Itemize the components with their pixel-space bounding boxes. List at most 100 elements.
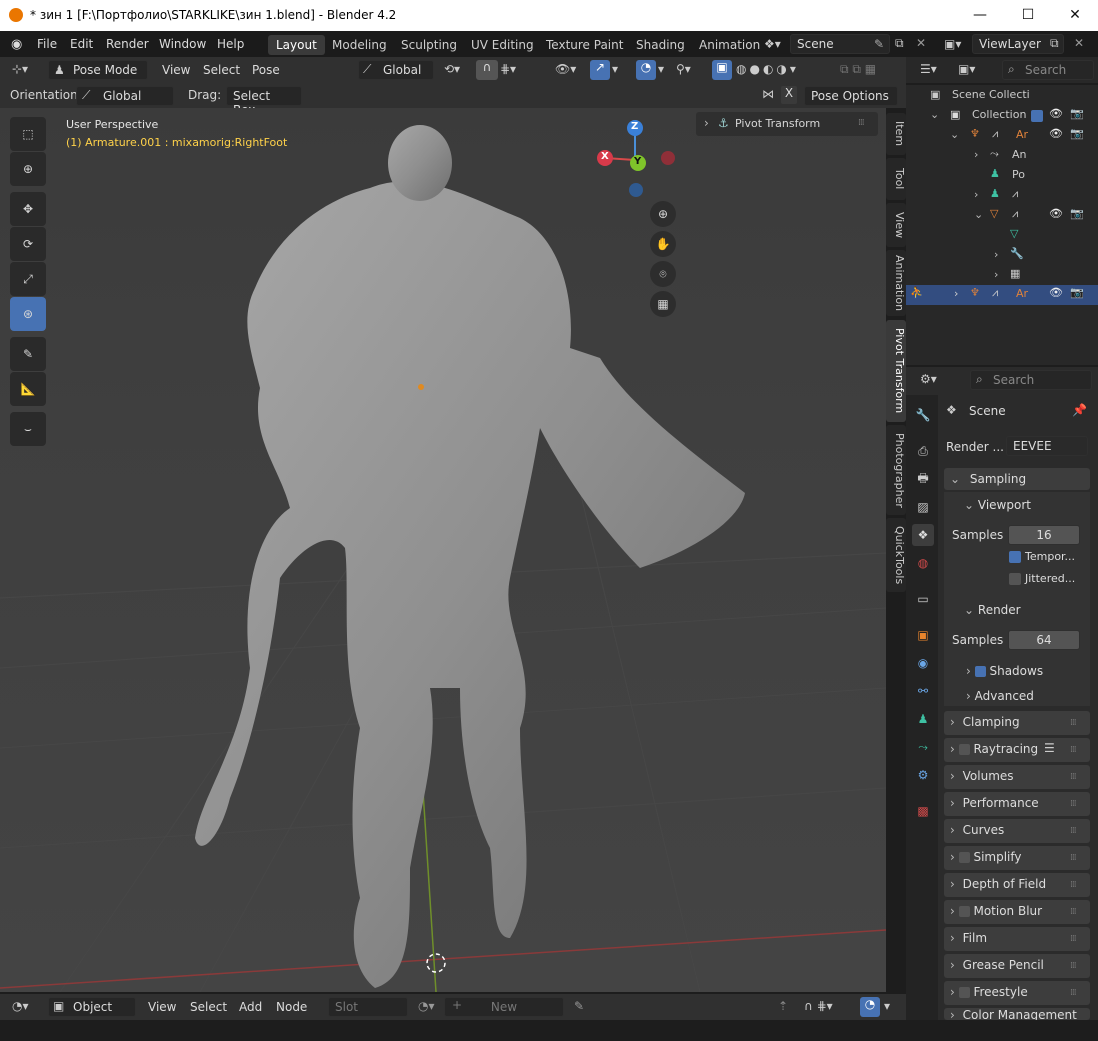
render-tab-icon[interactable]: ⎙ (912, 440, 934, 462)
eye-icon[interactable]: 👁 (1049, 107, 1063, 120)
jittered-shadows-checkbox[interactable] (1009, 573, 1021, 585)
slot-selector[interactable]: Slot (328, 997, 408, 1017)
editor-type-icon[interactable]: ⊹▾ (12, 62, 28, 76)
pose-options-dropdown[interactable]: Pose Options (804, 86, 898, 106)
outliner-row-active-armature[interactable]: ⛹ › ♆ ⩘ Ar 👁 📷 (906, 285, 1098, 305)
collection-tab-icon[interactable]: ▭ (912, 588, 934, 610)
tab-tool[interactable]: Tool (886, 158, 906, 200)
outliner-row-pose[interactable]: ♟ Po (906, 166, 1098, 186)
panel-film[interactable]: › Film ⁞⁞⁞ (944, 927, 1090, 951)
workspace-tab-layout[interactable]: Layout (268, 35, 325, 55)
perspective-toggle-icon[interactable]: ▦ (650, 291, 676, 317)
node-overlay-dropdown-icon[interactable]: ▾ (884, 999, 890, 1013)
menu-edit[interactable]: Edit (70, 37, 93, 51)
panel-expand-icon[interactable]: › (704, 116, 709, 130)
subpanel-shadows[interactable]: › Shadows (966, 664, 1043, 678)
outliner-row-mesh[interactable]: ⌄ ▽ ⩘ 👁 📷 (906, 206, 1098, 226)
outliner-row-animation[interactable]: › ⤳ An (906, 146, 1098, 166)
panel-performance[interactable]: › Performance ⁞⁞⁞ (944, 792, 1090, 816)
bone-constraints-tab-icon[interactable]: ⚙ (912, 764, 934, 786)
outliner-row-mesh-data[interactable]: ▽ (906, 226, 1098, 246)
node-pin-icon[interactable]: ✎ (574, 999, 584, 1013)
move-tool-icon[interactable]: ✥ (10, 192, 46, 226)
menu-view[interactable]: View (162, 63, 190, 77)
camera-view-icon[interactable]: ⌾ (650, 261, 676, 287)
expand-arrow-icon[interactable]: › (974, 188, 978, 201)
zoom-icon[interactable]: ⊕ (650, 201, 676, 227)
menu-render[interactable]: Render (106, 37, 149, 51)
remove-scene-icon[interactable]: ✕ (916, 36, 926, 50)
outliner-search-input[interactable]: Search (1002, 60, 1094, 80)
expand-arrow-icon[interactable]: › (974, 148, 978, 161)
properties-search-input[interactable]: Search (970, 370, 1092, 390)
new-viewlayer-icon[interactable]: ⧉ (1050, 36, 1059, 51)
panel-motion-blur[interactable]: › Motion Blur ⁞⁞⁞ (944, 900, 1090, 924)
pose-relax-tool-icon[interactable]: ⌣ (10, 412, 46, 446)
navigation-gizmo[interactable]: Z X Y (590, 118, 680, 203)
workspace-tab-texture-paint[interactable]: Texture Paint (538, 35, 631, 55)
annotate-tool-icon[interactable]: ✎ (10, 337, 46, 371)
pin-icon[interactable]: ✎ (874, 37, 884, 51)
workspace-tab-modeling[interactable]: Modeling (324, 35, 395, 55)
tab-pivot-transform[interactable]: Pivot Transform (886, 320, 906, 422)
select-box-tool-icon[interactable]: ⬚ (10, 117, 46, 151)
exclude-checkbox[interactable] (1031, 110, 1043, 122)
measure-tool-icon[interactable]: 📐 (10, 372, 46, 406)
panel-simplify[interactable]: › Simplify ⁞⁞⁞ (944, 846, 1090, 870)
pan-hand-icon[interactable]: ✋ (650, 231, 676, 257)
minimize-button[interactable]: — (960, 4, 1000, 26)
outliner-row-armature[interactable]: ⌄ ♆ ⩘ Ar 👁 📷 (906, 126, 1098, 146)
menu-window[interactable]: Window (159, 37, 206, 51)
eye-icon[interactable]: 👁 (1049, 286, 1063, 299)
drag-grip-icon[interactable]: ⁞⁞⁞ (858, 118, 865, 128)
presets-list-icon[interactable]: ☰ (1044, 741, 1055, 755)
panel-grease-pencil[interactable]: › Grease Pencil ⁞⁞⁞ (944, 954, 1090, 978)
node-menu-add[interactable]: Add (239, 1000, 262, 1014)
3d-viewport[interactable]: User Perspective (1) Armature.001 : mixa… (0, 108, 886, 992)
tab-quicktools[interactable]: QuickTools (886, 518, 906, 592)
viewport-samples-field[interactable]: 16 (1008, 525, 1080, 545)
outliner-row-vertex-groups[interactable]: › ▦ (906, 266, 1098, 286)
panel-freestyle[interactable]: › Freestyle ⁞⁞⁞ (944, 981, 1090, 1005)
parent-node-icon[interactable]: ⇡ (778, 999, 788, 1013)
workspace-tab-shading[interactable]: Shading (628, 35, 693, 55)
temporal-reprojection-checkbox[interactable] (1009, 551, 1021, 563)
overlays-toggle-icon[interactable]: ◔ (636, 60, 656, 80)
menu-file[interactable]: File (37, 37, 57, 51)
outliner-row-scene-collection[interactable]: ▣ Scene Collecti (906, 86, 1098, 106)
material-browse-icon[interactable]: ◔▾ (418, 999, 435, 1013)
outliner-row-modifiers[interactable]: › 🔧 (906, 246, 1098, 266)
bone-overlay-icon[interactable]: ⚲▾ (676, 62, 691, 76)
world-tab-icon[interactable]: ◍ (912, 552, 934, 574)
mirror-x-button[interactable]: X (781, 86, 797, 104)
texture-tab-icon[interactable]: ▩ (912, 800, 934, 822)
visibility-icon[interactable]: 👁▾ (555, 62, 576, 76)
rotate-tool-icon[interactable]: ⟳ (10, 227, 46, 261)
transform-tool-icon[interactable]: ⊛ (10, 297, 46, 331)
display-mode-icon[interactable]: ▣▾ (958, 62, 975, 76)
render-samples-field[interactable]: 64 (1008, 630, 1080, 650)
node-editor-type-icon[interactable]: ◔▾ (12, 999, 29, 1013)
expand-arrow-icon[interactable]: ⌄ (950, 128, 959, 141)
subpanel-advanced[interactable]: › Advanced (966, 689, 1034, 703)
tab-view[interactable]: View (886, 203, 906, 247)
blender-menu-icon[interactable]: ◉ (11, 37, 27, 52)
panel-raytracing[interactable]: › Raytracing ☰ ⁞⁞⁞ (944, 738, 1090, 762)
panel-clamping[interactable]: › Clamping ⁞⁞⁞ (944, 711, 1090, 735)
camera-icon[interactable]: 📷 (1070, 107, 1084, 120)
menu-help[interactable]: Help (217, 37, 244, 51)
camera-icon[interactable]: 📷 (1070, 286, 1084, 299)
expand-arrow-icon[interactable]: ⌄ (974, 208, 983, 221)
tab-photographer[interactable]: Photographer (886, 425, 906, 515)
drag-selector[interactable]: Select Box (226, 86, 302, 117)
gizmo-toggle-icon[interactable]: ↗ (590, 60, 610, 80)
node-menu-view[interactable]: View (148, 1000, 176, 1014)
expand-arrow-icon[interactable]: › (994, 248, 998, 261)
panel-volumes[interactable]: › Volumes ⁞⁞⁞ (944, 765, 1090, 789)
close-button[interactable]: ✕ (1055, 4, 1095, 26)
orientation-selector[interactable]: Global (76, 86, 174, 106)
camera-icon[interactable]: 📷 (1070, 207, 1084, 220)
outliner-row-child-armature[interactable]: › ♟ ⩘ (906, 186, 1098, 206)
outliner-type-icon[interactable]: ☰▾ (920, 62, 937, 76)
panel-color-management[interactable]: › Color Management (944, 1008, 1090, 1020)
